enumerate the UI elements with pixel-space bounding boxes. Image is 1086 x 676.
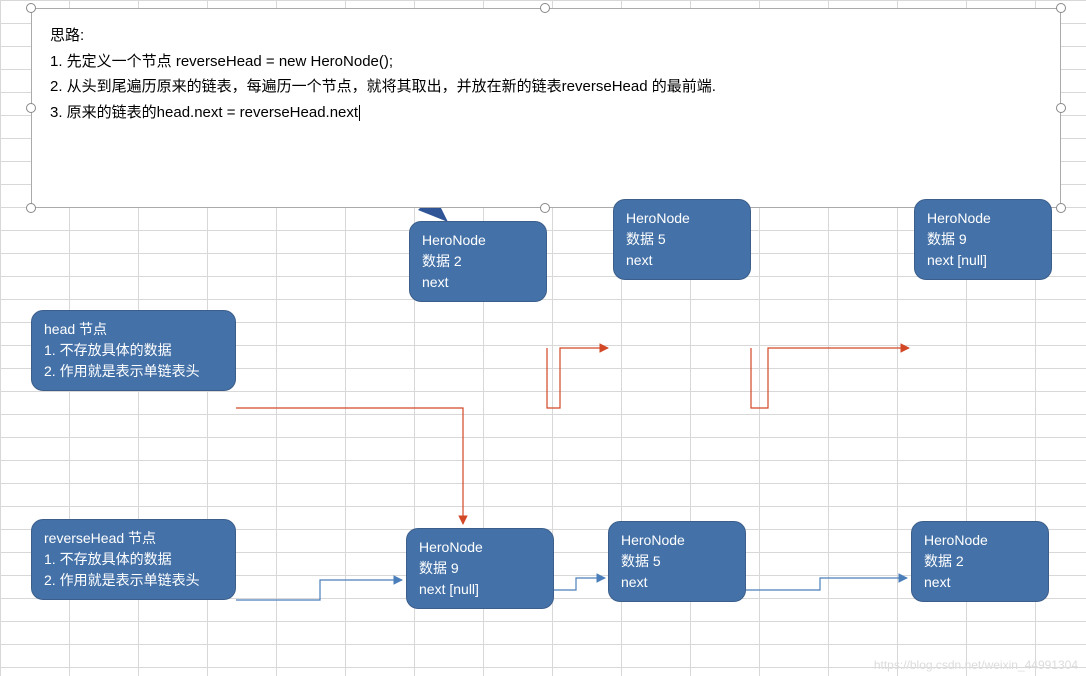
node-line: 1. 不存放具体的数据: [44, 342, 172, 358]
head-node[interactable]: head 节点 1. 不存放具体的数据 2. 作用就是表示单链表头: [31, 310, 236, 391]
textbox-line3: 3. 原来的链表的head.next = reverseHead.next: [50, 104, 358, 121]
resize-handle[interactable]: [1056, 203, 1066, 213]
reversehead-node[interactable]: reverseHead 节点 1. 不存放具体的数据 2. 作用就是表示单链表头: [31, 519, 236, 600]
node-line: HeroNode: [924, 532, 988, 548]
resize-handle[interactable]: [26, 3, 36, 13]
heronode-top-2[interactable]: HeroNode 数据 5 next: [613, 199, 751, 280]
node-line: 2. 作用就是表示单链表头: [44, 363, 200, 379]
node-line: 数据 2: [422, 253, 462, 269]
node-line: 2. 作用就是表示单链表头: [44, 572, 200, 588]
heronode-top-1[interactable]: HeroNode 数据 2 next: [409, 221, 547, 302]
textbox-line1: 1. 先定义一个节点 reverseHead = new HeroNode();: [50, 53, 393, 70]
resize-handle[interactable]: [26, 203, 36, 213]
node-line: 数据 2: [924, 553, 964, 569]
node-line: HeroNode: [419, 539, 483, 555]
heronode-top-3[interactable]: HeroNode 数据 9 next [null]: [914, 199, 1052, 280]
node-line: 数据 9: [419, 560, 459, 576]
text-cursor: [359, 105, 360, 121]
resize-handle[interactable]: [26, 103, 36, 113]
node-line: HeroNode: [621, 532, 685, 548]
heronode-bot-3[interactable]: HeroNode 数据 2 next: [911, 521, 1049, 602]
node-line: 数据 5: [626, 231, 666, 247]
node-line: next [null]: [927, 252, 987, 268]
node-line: HeroNode: [626, 210, 690, 226]
node-line: reverseHead 节点: [44, 530, 156, 546]
node-line: HeroNode: [927, 210, 991, 226]
node-line: next: [621, 574, 647, 590]
heronode-bot-1[interactable]: HeroNode 数据 9 next [null]: [406, 528, 554, 609]
explanation-textbox[interactable]: 思路: 1. 先定义一个节点 reverseHead = new HeroNod…: [31, 8, 1061, 208]
node-line: 1. 不存放具体的数据: [44, 551, 172, 567]
node-line: next [null]: [419, 581, 479, 597]
resize-handle[interactable]: [1056, 3, 1066, 13]
node-line: next: [422, 274, 448, 290]
node-line: 数据 5: [621, 553, 661, 569]
textbox-line2: 2. 从头到尾遍历原来的链表，每遍历一个节点，就将其取出，并放在新的链表reve…: [50, 78, 716, 95]
textbox-title: 思路:: [50, 23, 1042, 49]
watermark-text: https://blog.csdn.net/weixin_44991304: [874, 658, 1078, 672]
node-line: head 节点: [44, 321, 107, 337]
node-line: next: [924, 574, 950, 590]
heronode-bot-2[interactable]: HeroNode 数据 5 next: [608, 521, 746, 602]
resize-handle[interactable]: [540, 203, 550, 213]
node-line: HeroNode: [422, 232, 486, 248]
node-line: 数据 9: [927, 231, 967, 247]
resize-handle[interactable]: [540, 3, 550, 13]
resize-handle[interactable]: [1056, 103, 1066, 113]
node-line: next: [626, 252, 652, 268]
